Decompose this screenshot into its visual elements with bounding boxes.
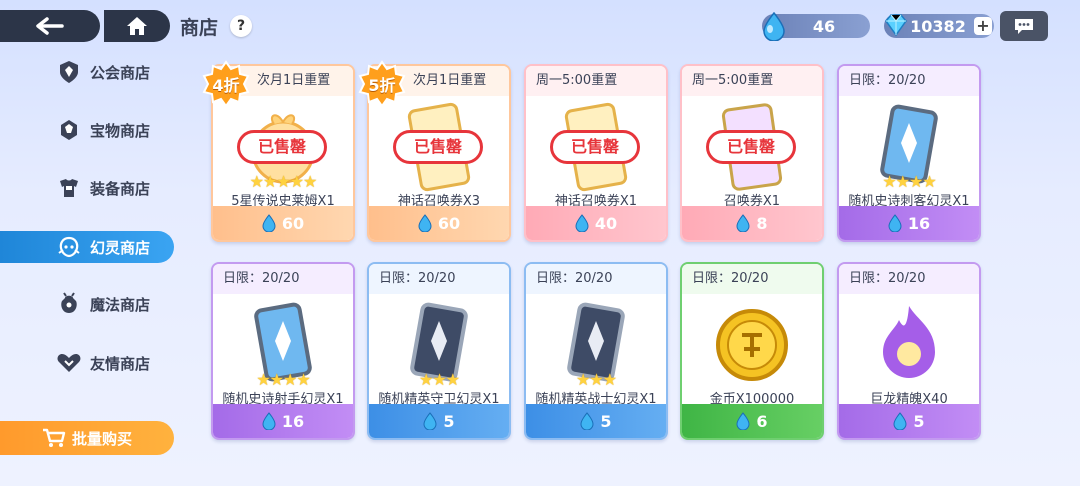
chat-bubble-icon — [1015, 19, 1033, 34]
sidebar-item-label: 魔法商店 — [90, 295, 151, 314]
treasure-icon — [56, 117, 82, 143]
star-rating: ★★★★★ — [249, 172, 318, 191]
sidebar-item-friendship-shop[interactable]: 友情商店 — [0, 347, 174, 379]
gold-coin-image — [682, 294, 822, 396]
sidebar-item-treasure-shop[interactable]: 宝物商店 — [0, 114, 174, 146]
diamond-icon — [885, 14, 907, 37]
add-diamond-button[interactable]: + — [974, 17, 992, 35]
sidebar-item-label: 装备商店 — [90, 179, 151, 198]
star-rating: ★★★ — [418, 370, 460, 389]
bulk-purchase-button[interactable]: 批量购买 — [0, 421, 174, 455]
spirit-icon — [56, 234, 82, 260]
shop-item-card[interactable]: 周一5:00重置 神话召唤券X1 40 已售罄 — [524, 64, 668, 242]
discount-label: 5折 — [368, 76, 396, 95]
water-drop-icon — [736, 412, 750, 430]
item-price: 6 — [682, 404, 822, 438]
price-value: 8 — [756, 213, 768, 233]
price-value: 16 — [907, 213, 931, 233]
price-value: 5 — [913, 411, 925, 431]
shopping-cart-icon — [42, 428, 66, 447]
help-button[interactable]: ? — [230, 15, 252, 37]
shop-item-card[interactable]: 日限：20/20 巨龙精魄X40 5 — [837, 262, 981, 440]
item-price: 16 — [213, 404, 353, 438]
daily-limit: 日限：20/20 — [682, 264, 822, 294]
bulk-purchase-label: 批量购买 — [71, 429, 132, 448]
shop-item-card[interactable]: 日限：20/20 ★★★★ 随机史诗刺客幻灵X1 16 — [837, 64, 981, 242]
daily-limit: 日限：20/20 — [213, 264, 353, 294]
daily-limit: 日限：20/20 — [369, 264, 509, 294]
sold-out-stamp: 已售罄 — [237, 130, 327, 164]
sidebar-item-label: 幻灵商店 — [90, 238, 151, 257]
dragon-essence-image — [839, 294, 979, 396]
sold-out-stamp: 已售罄 — [706, 130, 796, 164]
sidebar-item-label: 公会商店 — [90, 63, 151, 82]
home-button[interactable] — [104, 10, 170, 42]
item-price: 40 — [526, 206, 666, 240]
shop-item-card[interactable]: 日限：20/20 金币X100000 6 — [680, 262, 824, 440]
page-title: 商店 — [180, 17, 219, 39]
shop-item-card[interactable]: 日限：20/20 ★★★ 随机精英守卫幻灵X1 5 — [367, 262, 511, 440]
daily-limit: 日限：20/20 — [526, 264, 666, 294]
sidebar-item-magic-shop[interactable]: 魔法商店 — [0, 288, 174, 320]
water-drop-icon — [893, 412, 907, 430]
star-rating: ★★★★ — [882, 172, 936, 191]
friendship-icon — [56, 350, 82, 376]
gem-currency: 46 — [762, 11, 870, 41]
back-arrow-icon — [36, 17, 64, 35]
price-value: 40 — [594, 213, 618, 233]
sold-out-stamp: 已售罄 — [393, 130, 483, 164]
back-button[interactable] — [0, 10, 100, 42]
sidebar-item-label: 宝物商店 — [90, 121, 151, 140]
sidebar-item-guild-shop[interactable]: 公会商店 — [0, 56, 174, 88]
shop-item-card[interactable]: 周一5:00重置 召唤券X1 8 已售罄 — [680, 64, 824, 242]
item-price: 60 — [369, 206, 509, 240]
discount-badge: 4折 — [202, 60, 250, 108]
price-value: 60 — [281, 213, 305, 233]
home-icon — [127, 17, 147, 35]
shop-item-card[interactable]: 日限：20/20 ★★★ 随机精英战士幻灵X1 5 — [524, 262, 668, 440]
water-drop-icon — [580, 412, 594, 430]
item-price: 16 — [839, 206, 979, 240]
price-value: 5 — [443, 411, 455, 431]
price-value: 6 — [756, 411, 768, 431]
water-drop-icon — [423, 412, 437, 430]
item-price: 60 — [213, 206, 353, 240]
reset-info: 周一5:00重置 — [682, 66, 822, 96]
water-drop-icon — [418, 214, 432, 232]
magic-bag-icon — [56, 291, 82, 317]
sidebar-item-spirit-shop[interactable]: 幻灵商店 — [0, 231, 174, 263]
star-rating: ★★★★ — [256, 370, 310, 389]
chat-button[interactable] — [1000, 11, 1048, 41]
reset-info: 周一5:00重置 — [526, 66, 666, 96]
water-drop-icon — [575, 214, 589, 232]
price-value: 16 — [281, 411, 305, 431]
shop-item-card[interactable]: 日限：20/20 ★★★★ 随机史诗射手幻灵X1 16 — [211, 262, 355, 440]
star-rating: ★★★ — [575, 370, 617, 389]
daily-limit: 日限：20/20 — [839, 264, 979, 294]
item-price: 5 — [369, 404, 509, 438]
price-value: 60 — [437, 213, 461, 233]
sold-out-stamp: 已售罄 — [550, 130, 640, 164]
water-drop-icon — [736, 214, 750, 232]
armor-icon — [56, 175, 82, 201]
water-drop-icon — [888, 214, 902, 232]
guild-shield-icon — [56, 59, 82, 85]
diamond-currency: 10382 + — [884, 14, 994, 38]
water-drop-icon — [763, 11, 785, 41]
water-drop-icon — [262, 214, 276, 232]
water-drop-icon — [262, 412, 276, 430]
discount-badge: 5折 — [358, 60, 406, 108]
sidebar-item-equipment-shop[interactable]: 装备商店 — [0, 172, 174, 204]
sidebar-item-label: 友情商店 — [90, 354, 151, 373]
discount-label: 4折 — [212, 76, 240, 95]
item-price: 8 — [682, 206, 822, 240]
price-value: 5 — [600, 411, 612, 431]
item-price: 5 — [526, 404, 666, 438]
daily-limit: 日限：20/20 — [839, 66, 979, 96]
item-price: 5 — [839, 404, 979, 438]
